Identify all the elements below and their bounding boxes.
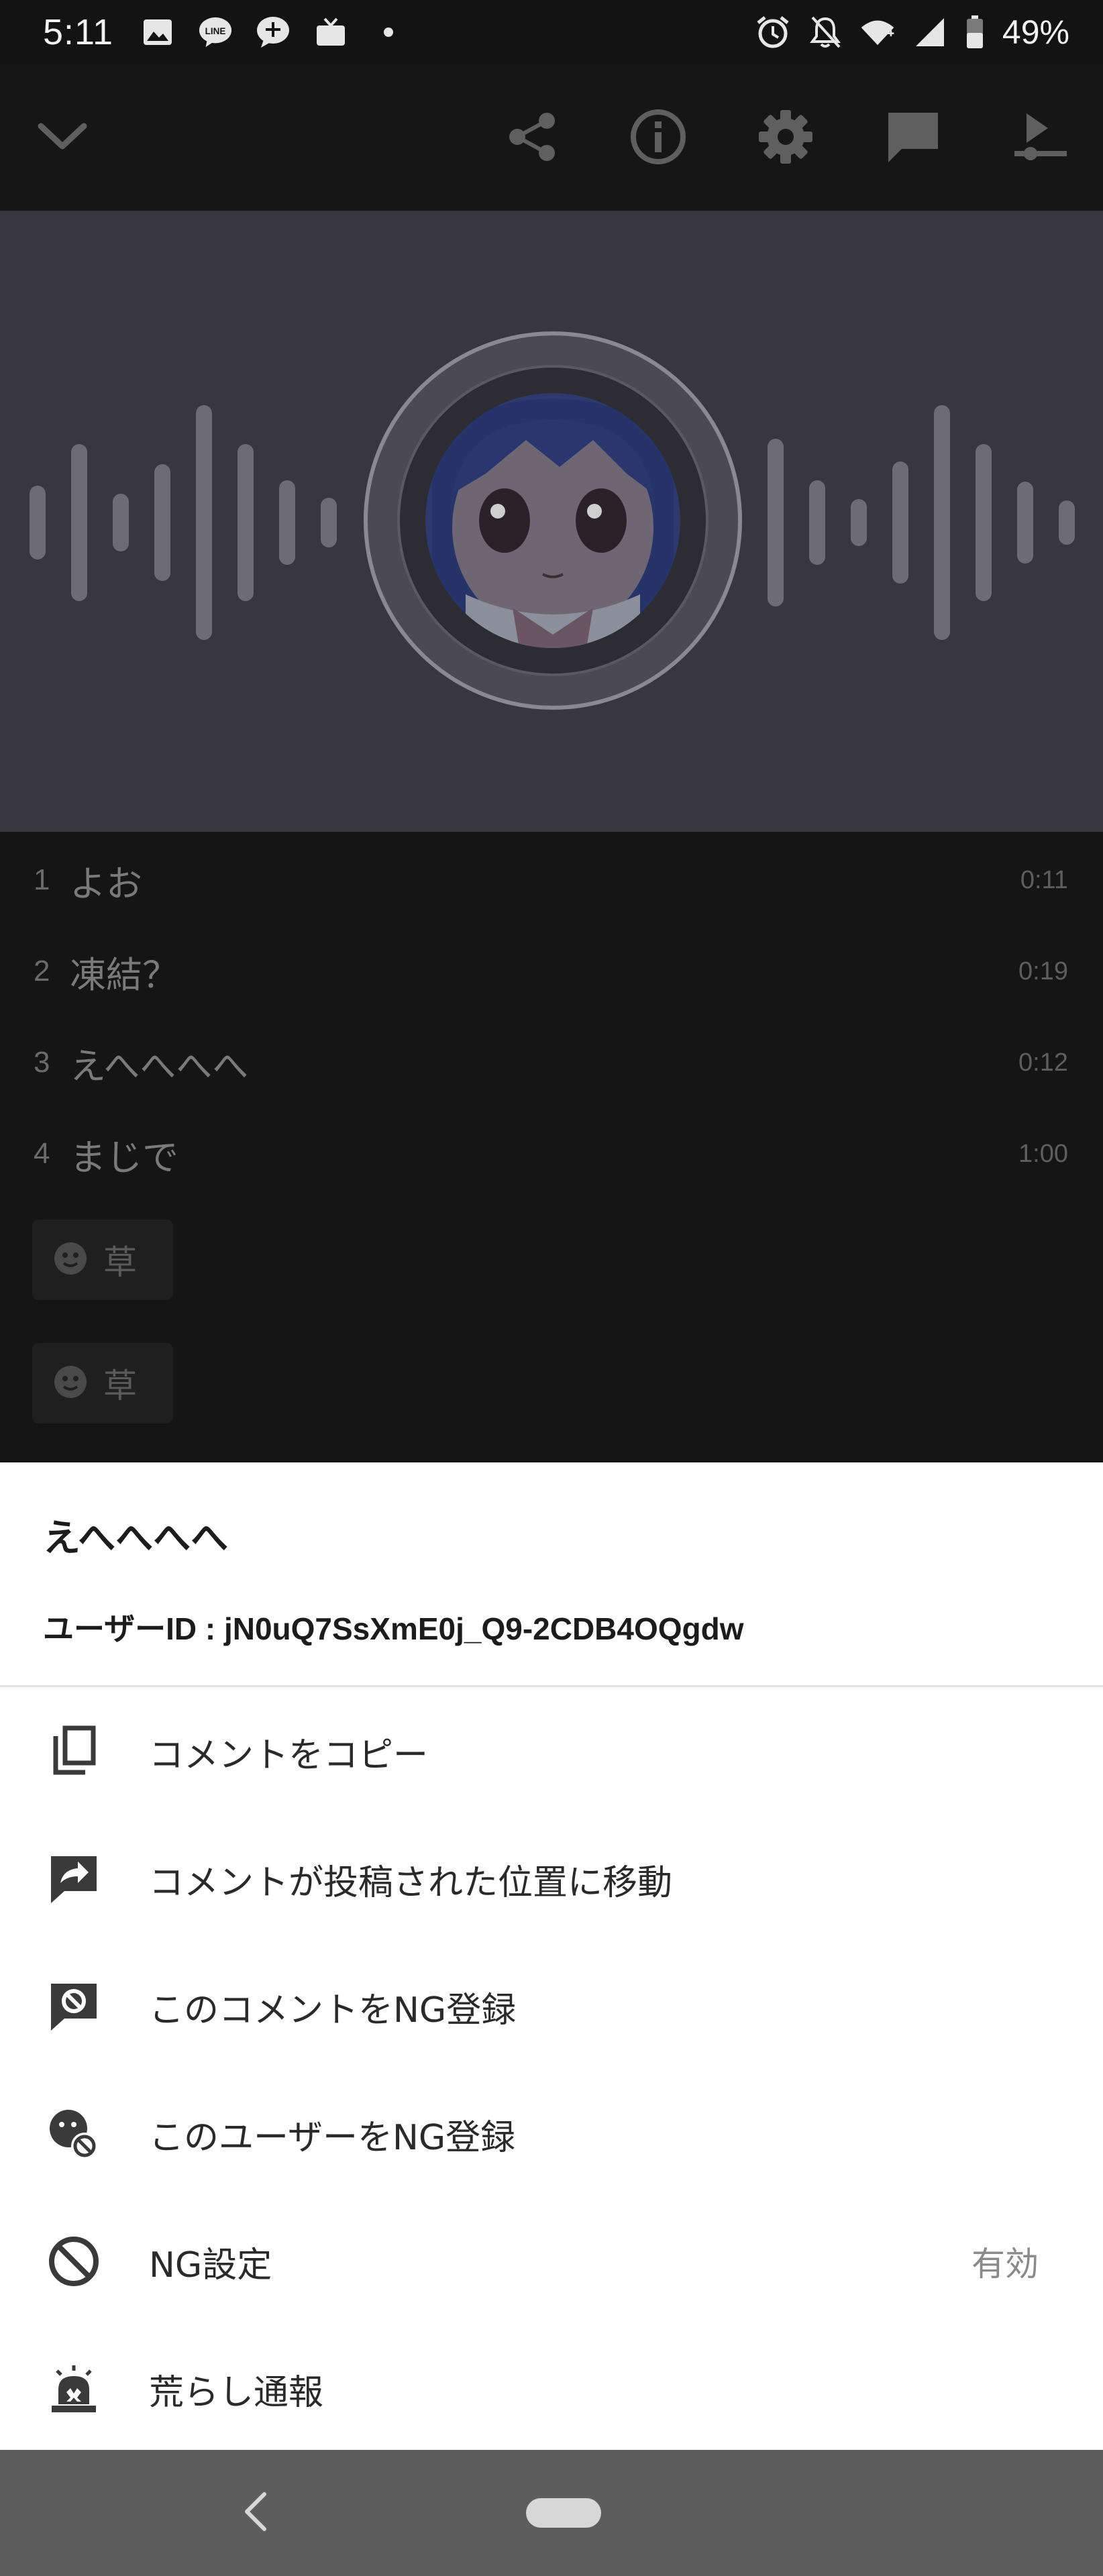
- copy-comment-item[interactable]: コメントをコピー: [0, 1688, 1103, 1815]
- track-row[interactable]: 4 まじで 1:00: [0, 1108, 1103, 1199]
- comment-chip[interactable]: 草: [32, 1343, 173, 1424]
- settings-icon: [757, 109, 814, 168]
- jump-to-position-item[interactable]: コメントが投稿された位置に移動: [0, 1815, 1103, 1943]
- status-notification-icons: LINE: [140, 15, 406, 50]
- comment-chip-label: 草: [103, 1243, 137, 1282]
- waveform-bar: [71, 444, 87, 601]
- track-duration: 0:11: [1020, 865, 1068, 894]
- signal-icon: [912, 15, 947, 50]
- back-button[interactable]: [221, 2479, 288, 2546]
- track-number: 2: [34, 955, 50, 987]
- waveform-bar: [196, 405, 212, 640]
- waveform-bar: [279, 480, 295, 565]
- report-troll-item[interactable]: 荒らし通報: [0, 2325, 1103, 2453]
- share-button[interactable]: [488, 95, 576, 182]
- track-title: 凍結？: [70, 953, 178, 996]
- user-face-icon: [52, 1240, 89, 1279]
- menu-item-label: このユーザーをNG登録: [149, 2117, 516, 2158]
- track-title: よお: [70, 862, 142, 905]
- status-system-icons: 49%: [755, 13, 1069, 52]
- jump-to-position-icon: [46, 1851, 102, 1907]
- menu-item-label: コメントが投稿された位置に移動: [149, 1862, 673, 1903]
- comment-icon: [886, 110, 941, 166]
- waveform-bar: [768, 439, 784, 606]
- playlist-play-icon: [1013, 109, 1068, 167]
- settings-button[interactable]: [742, 95, 829, 182]
- copy-icon: [46, 1723, 102, 1780]
- chat-plus-icon: [256, 15, 291, 50]
- waveform-bar: [1059, 500, 1075, 545]
- comment-actions-sheet: えへへへへ ユーザーID : jN0uQ7SsXmE0j_Q9-2CDB4OQg…: [0, 1462, 1103, 2450]
- svg-text:LINE: LINE: [205, 26, 226, 36]
- share-icon: [507, 111, 558, 165]
- block-user-icon: [46, 2106, 102, 2162]
- waveform-bar: [113, 494, 129, 551]
- chevron-left-icon: [242, 2490, 268, 2536]
- notifications-off-icon: [808, 15, 843, 50]
- player-visualizer: [0, 211, 1103, 832]
- image-icon: [140, 15, 175, 50]
- ng-settings-status: 有効: [971, 2245, 1039, 2284]
- waveform-bar: [892, 462, 908, 584]
- comment-chip[interactable]: 草: [32, 1220, 173, 1300]
- playlist-button[interactable]: [997, 95, 1084, 182]
- player-app-bar: [0, 64, 1103, 211]
- track-number: 1: [34, 863, 50, 896]
- ng-register-user-item[interactable]: このユーザーをNG登録: [0, 2070, 1103, 2198]
- battery-percentage: 49%: [1002, 13, 1069, 51]
- status-time: 5:11: [43, 12, 114, 52]
- dot-icon: [371, 15, 406, 50]
- track-row[interactable]: 1 よお 0:11: [0, 835, 1103, 926]
- track-duration: 0:12: [1018, 1048, 1068, 1077]
- menu-item-label: このコメントをNG登録: [149, 1990, 517, 2031]
- block-icon: [46, 2233, 102, 2290]
- tv-icon: [313, 15, 348, 50]
- waveform-bar: [851, 499, 867, 546]
- waveform-bar: [934, 405, 950, 640]
- waveform-bar: [976, 444, 992, 601]
- block-comment-icon: [46, 1978, 102, 2035]
- info-icon: [629, 108, 687, 168]
- chevron-down-icon: [37, 122, 88, 154]
- sheet-title: えへへへへ: [43, 1517, 229, 1560]
- ng-settings-item[interactable]: NG設定 有効: [0, 2198, 1103, 2325]
- user-face-icon: [52, 1364, 89, 1403]
- track-title: まじで: [70, 1136, 178, 1179]
- menu-item-label: NG設定: [149, 2245, 272, 2286]
- report-alarm-icon: [46, 2361, 102, 2417]
- system-navigation-bar: [0, 2450, 1103, 2576]
- sheet-divider: [0, 1685, 1103, 1687]
- waveform-bar: [154, 464, 170, 581]
- waveform-bar: [30, 486, 46, 559]
- menu-item-label: コメントをコピー: [149, 1735, 429, 1776]
- track-row[interactable]: 2 凍結？ 0:19: [0, 926, 1103, 1017]
- track-duration: 1:00: [1018, 1139, 1068, 1168]
- info-button[interactable]: [615, 95, 702, 182]
- battery-icon: [965, 15, 985, 50]
- waveform-bar: [1017, 482, 1033, 564]
- track-title: えへへへへ: [70, 1044, 249, 1087]
- track-number: 4: [34, 1137, 50, 1170]
- line-icon: LINE: [198, 15, 233, 50]
- status-bar: 5:11 LINE 49%: [0, 0, 1103, 64]
- collapse-button[interactable]: [19, 95, 106, 182]
- waveform-bar: [809, 480, 825, 565]
- user-id-text: ユーザーID : jN0uQ7SsXmE0j_Q9-2CDB4OQgdw: [43, 1611, 744, 1646]
- track-duration: 0:19: [1018, 957, 1068, 985]
- comments-button[interactable]: [870, 95, 957, 182]
- menu-item-label: 荒らし通報: [149, 2372, 324, 2413]
- album-artwork: [425, 393, 680, 648]
- alarm-icon: [755, 15, 790, 50]
- waveform-bar: [321, 498, 337, 547]
- track-row[interactable]: 3 えへへへへ 0:12: [0, 1017, 1103, 1108]
- track-number: 3: [34, 1046, 50, 1079]
- comment-chip-label: 草: [103, 1366, 137, 1405]
- album-disc: [397, 365, 708, 676]
- waveform-bar: [238, 444, 254, 601]
- comment-track-list: 1 よお 0:11 2 凍結？ 0:19 3 えへへへへ 0:12 4 まじで …: [0, 832, 1103, 1462]
- ng-register-comment-item[interactable]: このコメントをNG登録: [0, 1943, 1103, 2070]
- home-pill-button[interactable]: [526, 2498, 601, 2528]
- wifi-icon: [860, 15, 895, 50]
